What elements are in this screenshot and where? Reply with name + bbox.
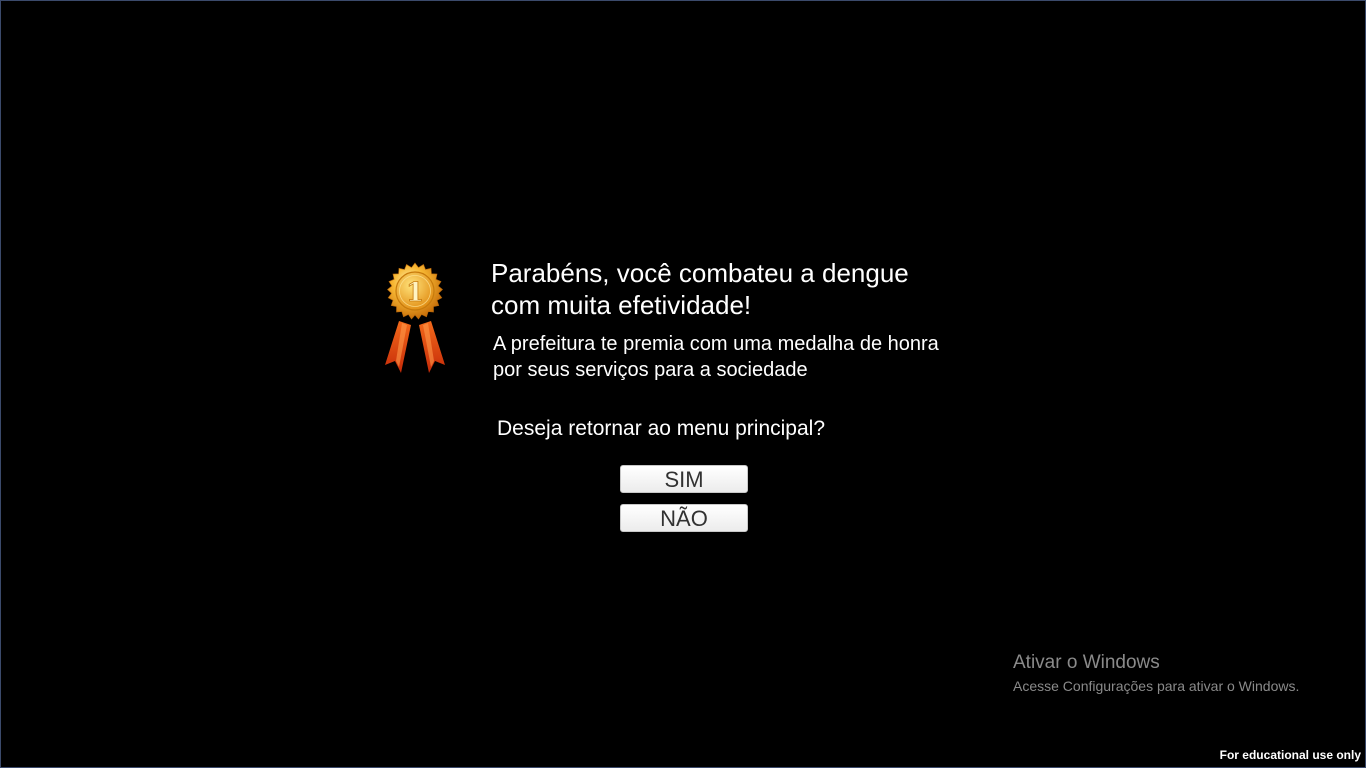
windows-activation-subtitle: Acesse Configurações para ativar o Windo… (1013, 678, 1300, 694)
no-button[interactable]: NÃO (620, 504, 748, 532)
subtitle-line-2: por seus serviços para a sociedade (493, 359, 808, 381)
title-line-2: com muita efetividade! (491, 290, 752, 320)
subtitle-line-1: A prefeitura te premia com uma medalha d… (493, 333, 939, 355)
victory-subtitle: A prefeitura te premia com uma medalha d… (493, 331, 1013, 383)
yes-button[interactable]: SIM (620, 465, 748, 493)
title-line-1: Parabéns, você combateu a dengue (491, 258, 909, 288)
return-question: Deseja retornar ao menu principal? (497, 417, 826, 440)
victory-title: Parabéns, você combateu a dengue com mui… (491, 257, 991, 321)
windows-activation-title: Ativar o Windows (1013, 652, 1160, 673)
medal-number: 1 (406, 278, 424, 308)
educational-use-notice: For educational use only (1219, 748, 1361, 762)
gold-medal-icon: 1 (385, 262, 445, 373)
game-screen: 1 Parabéns, você combateu a dengue com m… (0, 0, 1366, 768)
